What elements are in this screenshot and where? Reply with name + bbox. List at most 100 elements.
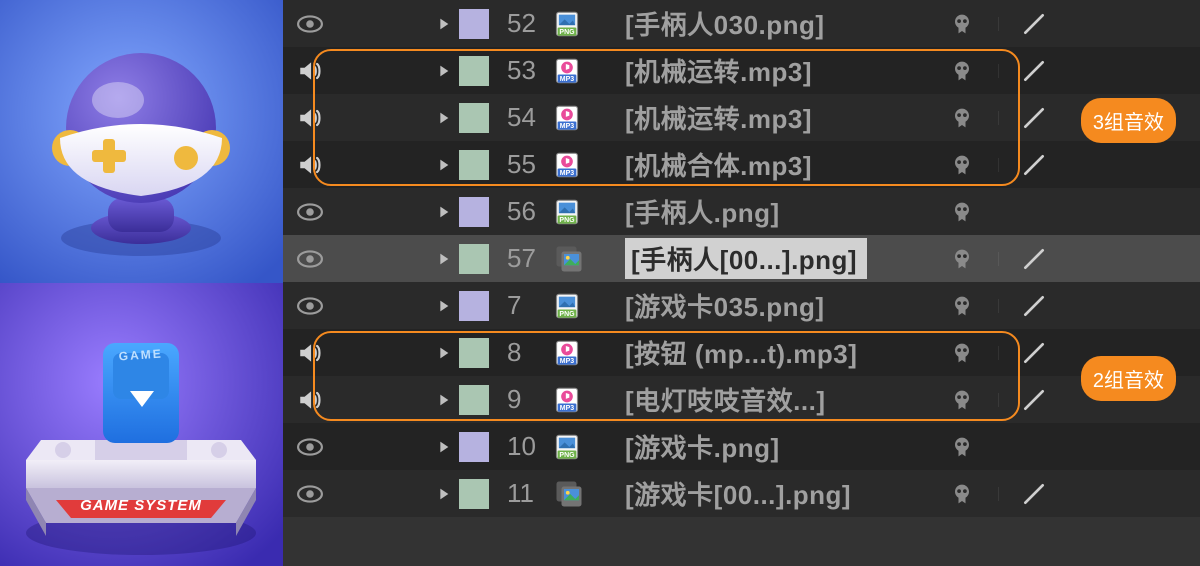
color-swatch[interactable] [459, 244, 489, 274]
expand-toggle[interactable] [431, 344, 459, 362]
layer-index: 7 [489, 290, 549, 321]
color-swatch[interactable] [459, 385, 489, 415]
color-swatch[interactable] [459, 479, 489, 509]
filetype-icon [549, 479, 621, 509]
visibility-toggle[interactable] [283, 11, 337, 37]
layer-row[interactable]: 7 [游戏卡035.png] [283, 282, 1200, 329]
layer-index: 57 [489, 243, 549, 274]
layer-index: 9 [489, 384, 549, 415]
layer-name[interactable]: [电灯吱吱音效...] [621, 381, 926, 418]
expand-toggle[interactable] [431, 485, 459, 503]
audio-toggle[interactable] [283, 58, 337, 84]
filetype-icon [549, 385, 621, 415]
audio-toggle[interactable] [283, 152, 337, 178]
expand-toggle[interactable] [431, 297, 459, 315]
blend-mode-icon[interactable] [998, 246, 1070, 272]
color-swatch[interactable] [459, 432, 489, 462]
layer-name[interactable]: [手柄人030.png] [621, 5, 926, 42]
preview-thumb-top-svg [0, 0, 283, 283]
layer-row[interactable]: 57 [手柄人[00...].png] [283, 235, 1200, 282]
layer-row[interactable]: 9 [电灯吱吱音效...] [283, 376, 1200, 423]
blend-mode-icon[interactable] [998, 293, 1070, 319]
layer-index: 56 [489, 196, 549, 227]
layer-name[interactable]: [游戏卡.png] [621, 428, 926, 465]
layer-name[interactable]: [机械运转.mp3] [621, 52, 926, 89]
visibility-toggle[interactable] [283, 293, 337, 319]
visibility-toggle[interactable] [283, 481, 337, 507]
expand-toggle[interactable] [431, 438, 459, 456]
blend-mode-icon[interactable] [998, 481, 1070, 507]
layer-name[interactable]: [游戏卡[00...].png] [621, 475, 926, 512]
audio-toggle[interactable] [283, 387, 337, 413]
color-swatch[interactable] [459, 291, 489, 321]
expand-toggle[interactable] [431, 109, 459, 127]
color-swatch[interactable] [459, 150, 489, 180]
blend-mode-icon[interactable] [998, 387, 1070, 413]
color-swatch[interactable] [459, 338, 489, 368]
layer-row[interactable]: 53 [机械运转.mp3] [283, 47, 1200, 94]
filetype-icon [549, 103, 621, 133]
parent-icon[interactable] [926, 386, 998, 414]
highlight-label: 3组音效 [1081, 98, 1176, 143]
layer-row[interactable]: 52[手柄人030.png] [283, 0, 1200, 47]
filetype-icon [549, 197, 621, 227]
blend-mode-icon[interactable] [998, 11, 1070, 37]
color-swatch[interactable] [459, 9, 489, 39]
color-swatch[interactable] [459, 56, 489, 86]
preview-thumb-bottom-svg: GAME GAME SYSTEM [0, 283, 283, 566]
parent-icon[interactable] [926, 57, 998, 85]
parent-icon[interactable] [926, 480, 998, 508]
layer-row[interactable]: 11[游戏卡[00...].png] [283, 470, 1200, 517]
layer-name[interactable]: [手柄人[00...].png] [625, 238, 867, 279]
color-swatch[interactable] [459, 103, 489, 133]
expand-toggle[interactable] [431, 203, 459, 221]
parent-icon[interactable] [926, 104, 998, 132]
filetype-icon [549, 291, 621, 321]
blend-mode-icon[interactable] [998, 152, 1070, 178]
parent-icon[interactable] [926, 292, 998, 320]
layer-row[interactable]: 56 [手柄人.png] [283, 188, 1200, 235]
filetype-icon [549, 150, 621, 180]
layer-name[interactable]: [手柄人.png] [621, 193, 926, 230]
highlight-label: 2组音效 [1081, 356, 1176, 401]
audio-toggle[interactable] [283, 340, 337, 366]
layer-row[interactable]: 10[游戏卡.png] [283, 423, 1200, 470]
audio-toggle[interactable] [283, 105, 337, 131]
layer-name[interactable]: [机械运转.mp3] [621, 99, 926, 136]
layer-row[interactable]: 54[机械运转.mp3] [283, 94, 1200, 141]
layer-index: 53 [489, 55, 549, 86]
console-title: GAME SYSTEM [80, 497, 202, 514]
parent-icon[interactable] [926, 339, 998, 367]
parent-icon[interactable] [926, 10, 998, 38]
parent-icon[interactable] [926, 245, 998, 273]
visibility-toggle[interactable] [283, 246, 337, 272]
filetype-icon [549, 244, 621, 274]
expand-toggle[interactable] [431, 156, 459, 174]
parent-icon[interactable] [926, 198, 998, 226]
filetype-icon [549, 338, 621, 368]
layer-row[interactable]: 55 [机械合体.mp3] [283, 141, 1200, 188]
parent-icon[interactable] [926, 151, 998, 179]
layer-index: 55 [489, 149, 549, 180]
filetype-icon [549, 56, 621, 86]
layer-name[interactable]: [机械合体.mp3] [621, 146, 926, 183]
color-swatch[interactable] [459, 197, 489, 227]
expand-toggle[interactable] [431, 15, 459, 33]
parent-icon[interactable] [926, 433, 998, 461]
preview-thumb-top [0, 0, 283, 283]
blend-mode-icon[interactable] [998, 340, 1070, 366]
visibility-toggle[interactable] [283, 199, 337, 225]
expand-toggle[interactable] [431, 391, 459, 409]
visibility-toggle[interactable] [283, 434, 337, 460]
expand-toggle[interactable] [431, 62, 459, 80]
preview-column: GAME GAME SYSTEM [0, 0, 283, 566]
expand-toggle[interactable] [431, 250, 459, 268]
filetype-icon [549, 9, 621, 39]
layer-row[interactable]: 8 [按钮 (mp...t).mp3] [283, 329, 1200, 376]
layer-index: 8 [489, 337, 549, 368]
blend-mode-icon[interactable] [998, 58, 1070, 84]
preview-thumb-bottom: GAME GAME SYSTEM [0, 283, 283, 566]
blend-mode-icon[interactable] [998, 105, 1070, 131]
layer-name[interactable]: [游戏卡035.png] [621, 287, 926, 324]
layer-name[interactable]: [按钮 (mp...t).mp3] [621, 334, 926, 371]
